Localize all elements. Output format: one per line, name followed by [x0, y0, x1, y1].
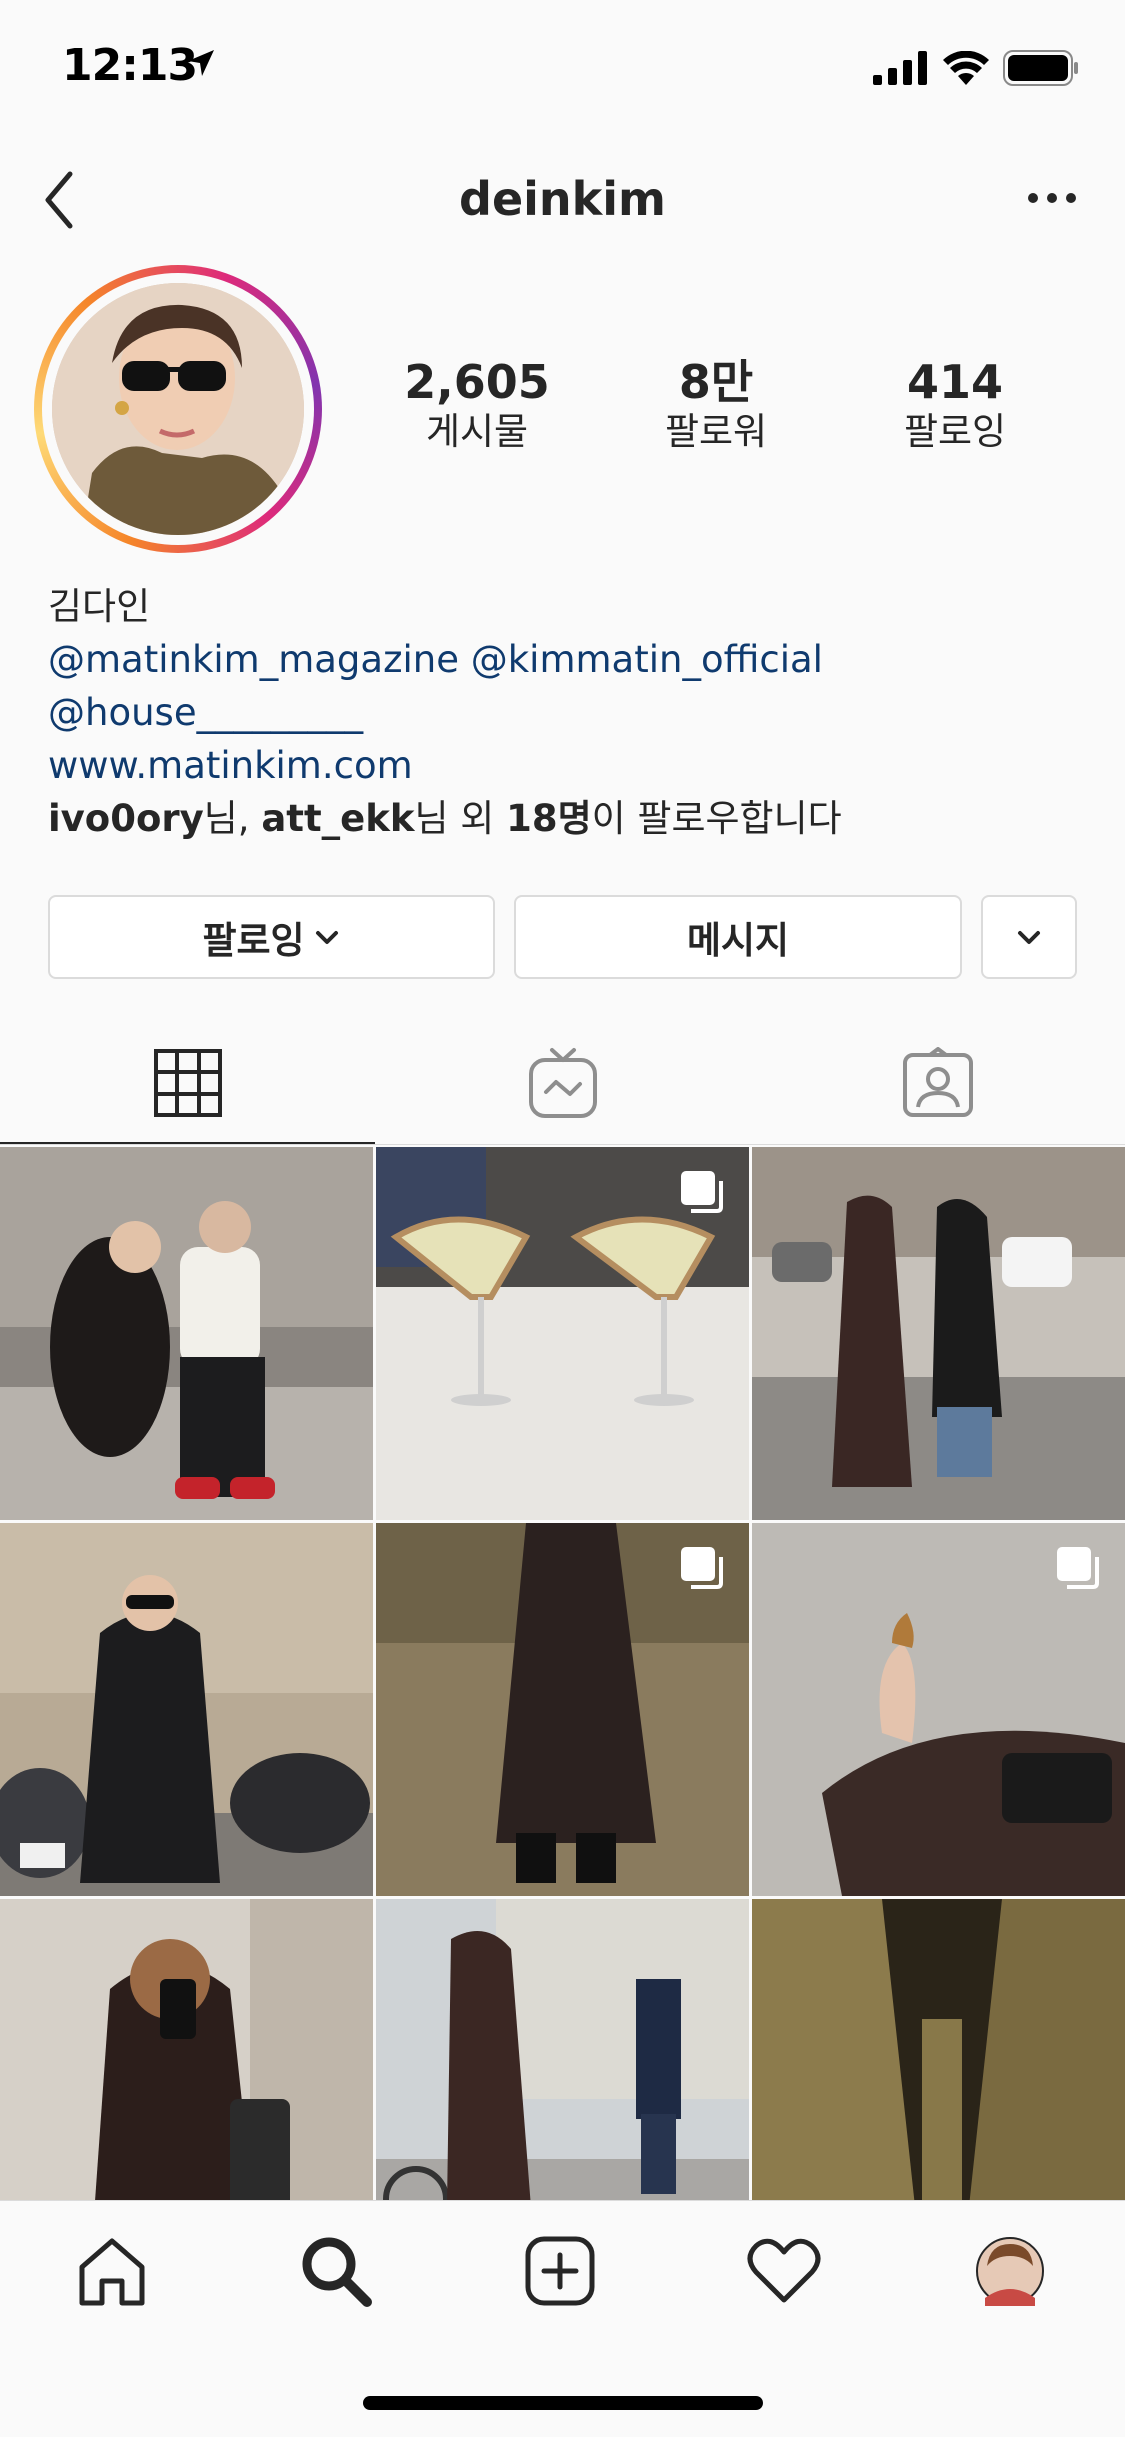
profile-header: deinkim — [0, 150, 1125, 250]
nav-search[interactable] — [286, 2231, 386, 2311]
status-time: 12:13 — [62, 40, 198, 91]
post-thumbnail[interactable] — [752, 1147, 1125, 1520]
more-options-button[interactable] — [1017, 168, 1087, 228]
followers-count: 8만 — [678, 355, 754, 409]
post-thumbnail[interactable] — [376, 1147, 749, 1520]
profile-bio: 김다인 @matinkim_magazine @kimmatin_officia… — [48, 580, 1088, 845]
followers-label: 팔로워 — [664, 410, 768, 453]
nav-profile[interactable] — [960, 2231, 1060, 2311]
battery-icon — [1003, 50, 1078, 86]
profile-website-link[interactable]: www.matinkim.com — [48, 739, 1088, 792]
profile-avatar-icon — [976, 2237, 1044, 2306]
followed-by-suffix3: 이 팔로우합니다 — [591, 797, 842, 840]
tabs-divider — [0, 1144, 1125, 1145]
nav-new-post[interactable] — [510, 2231, 610, 2311]
message-button[interactable]: 메시지 — [514, 895, 962, 979]
grid-icon — [153, 1048, 222, 1117]
posts-label: 게시물 — [425, 410, 529, 453]
multiple-photos-icon — [681, 1547, 723, 1589]
bio-mentions-line2[interactable]: @house_________ — [48, 686, 1088, 739]
message-button-label: 메시지 — [686, 919, 790, 962]
nav-activity[interactable] — [734, 2231, 834, 2311]
nav-home[interactable] — [62, 2231, 162, 2311]
add-post-icon — [525, 2236, 595, 2306]
followed-by-user1: ivo0ory — [48, 797, 204, 840]
more-dots-icon — [1028, 193, 1076, 203]
post-thumbnail[interactable] — [0, 1147, 373, 1520]
suggestions-toggle-button[interactable] — [981, 895, 1077, 979]
status-bar: 12:13 — [0, 0, 1125, 132]
tab-grid[interactable] — [0, 1020, 375, 1145]
home-indicator — [363, 2396, 763, 2410]
post-thumbnail[interactable] — [376, 1523, 749, 1896]
home-icon — [79, 2238, 145, 2306]
chevron-down-icon — [315, 931, 338, 944]
profile-name: 김다인 — [48, 585, 151, 628]
following-label: 팔로잉 — [903, 410, 1007, 453]
heart-icon — [747, 2238, 821, 2303]
following-count: 414 — [906, 355, 1004, 409]
profile-username: deinkim — [459, 172, 666, 226]
chevron-down-icon — [1018, 931, 1040, 944]
profile-avatar-ring[interactable] — [34, 265, 322, 553]
multiple-photos-icon — [681, 1171, 723, 1213]
post-thumbnail[interactable] — [752, 1523, 1125, 1896]
tab-tagged[interactable] — [750, 1020, 1125, 1145]
tagged-icon — [902, 1046, 973, 1117]
tab-igtv[interactable] — [375, 1020, 750, 1145]
multiple-photos-icon — [1057, 1547, 1099, 1589]
following-button[interactable]: 팔로잉 — [48, 895, 495, 979]
profile-avatar — [52, 283, 304, 535]
followed-by-suffix2: 님 외 — [414, 797, 507, 840]
following-button-label: 팔로잉 — [202, 919, 305, 962]
location-arrow-icon — [188, 50, 214, 76]
post-thumbnail[interactable] — [0, 1523, 373, 1896]
followed-by-count: 18명 — [506, 797, 592, 840]
bio-mentions-line1[interactable]: @matinkim_magazine @kimmatin_official — [48, 633, 1088, 686]
wifi-icon — [943, 51, 989, 85]
followed-by-user2: att_ekk — [261, 797, 415, 840]
igtv-icon — [528, 1047, 597, 1118]
profile-tabs — [0, 1020, 1125, 1145]
followers-stat[interactable]: 8만 팔로워 — [606, 355, 826, 455]
followed-by-suffix1: 님, — [203, 797, 262, 840]
posts-count: 2,605 — [404, 355, 550, 409]
following-stat[interactable]: 414 팔로잉 — [845, 355, 1065, 455]
signal-icon — [873, 51, 927, 85]
posts-stat: 2,605 게시물 — [367, 355, 587, 455]
search-icon — [302, 2237, 372, 2307]
followed-by-text[interactable]: ivo0ory님, att_ekk님 외 18명이 팔로우합니다 — [48, 792, 1088, 845]
